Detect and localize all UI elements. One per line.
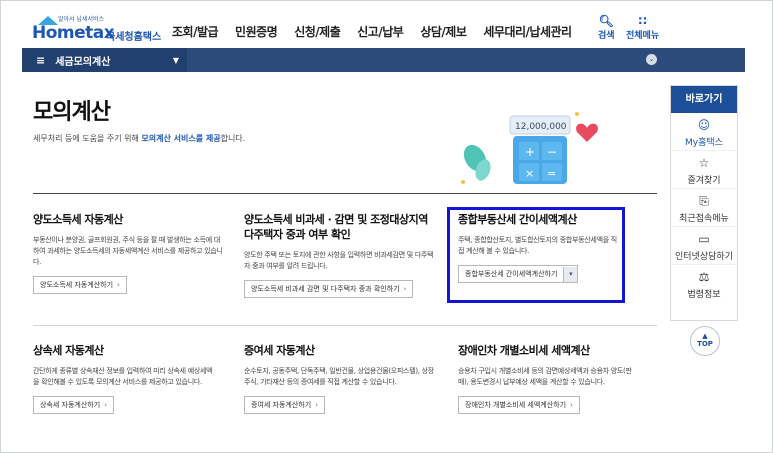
grid-menu-icon: ∷ (638, 14, 647, 28)
page-description: 세무처리 등에 도움을 주기 위해 모의계산 서비스를 제공합니다. (33, 133, 245, 144)
hero-amount: 12,000,000 (515, 122, 567, 132)
quick-item-law-info[interactable]: ⚖ 법령정보 (671, 265, 737, 303)
gavel-icon: ⚖ (698, 270, 710, 284)
inheritance-tax-calc-button[interactable]: 상속세 자동계산하기 › (33, 396, 114, 414)
monitor-icon: ▭ (698, 232, 710, 246)
chevron-right-icon: › (403, 285, 407, 293)
svg-text:=: = (547, 167, 556, 180)
card-disabled-car-tax: 장애인차 개별소비세 세액계산 승용차 구입시 개별소비세 등의 감면예상세액과… (458, 343, 638, 414)
nav-menu-dropdown[interactable]: ≡ 세금모의계산 ▼ (22, 48, 187, 72)
quick-links-panel: 바로가기 ☺ My홈택스 ☆ 즐겨찾기 ⎘ 최근접속메뉴 ▭ 인터넷상담하기 ⚖… (670, 85, 738, 321)
card-title: 증여세 자동계산 (244, 344, 315, 357)
transfer-tax-calc-button[interactable]: 양도소득세 자동계산하기 › (33, 276, 127, 294)
quick-item-label: 법령정보 (687, 290, 721, 300)
top-label: TOP (697, 340, 713, 348)
card-title: 장애인차 개별소비세 세액계산 (458, 344, 590, 357)
site-header: 알아서 납세서비스 Hometax 국세청홈택스 조회/발급 민원증명 신청/제… (22, 8, 742, 48)
svg-text:+: + (525, 145, 535, 159)
gnb-item-filing[interactable]: 신고/납부 (357, 23, 404, 40)
global-nav: 조회/발급 민원증명 신청/제출 신고/납부 상담/제보 세무대리/납세관리 (172, 23, 589, 40)
person-icon: ☺ (697, 118, 711, 132)
logo-main-text: Hometax (32, 23, 115, 43)
chevron-down-icon[interactable]: ⌄ (646, 54, 657, 65)
row-divider (33, 325, 657, 326)
quick-item-label: 즐겨찾기 (687, 176, 721, 186)
section-divider (33, 193, 657, 194)
desc-highlight: 모의계산 서비스를 제공 (141, 134, 221, 143)
card-title: 상속세 자동계산 (33, 344, 104, 357)
svg-text:×: × (525, 167, 534, 180)
gift-tax-calc-button[interactable]: 증여세 자동계산하기 › (244, 396, 325, 414)
gnb-item-certificate[interactable]: 민원증명 (235, 23, 278, 40)
scroll-top-button[interactable]: ▲ TOP (690, 326, 720, 356)
quick-item-online-consult[interactable]: ▭ 인터넷상담하기 (671, 227, 737, 265)
quick-item-label: 최근접속메뉴 (679, 214, 729, 224)
hometax-logo[interactable]: 알아서 납세서비스 Hometax 국세청홈택스 (32, 14, 161, 44)
gnb-item-agent[interactable]: 세무대리/납세관리 (483, 23, 572, 40)
star-icon: ☆ (698, 156, 710, 170)
card-title: 양도소득세 자동계산 (33, 213, 123, 226)
search-icon: 🔍︎ (598, 14, 614, 28)
quick-item-label: 인터넷상담하기 (675, 252, 733, 262)
page-title: 모의계산 (33, 100, 111, 125)
gnb-item-application[interactable]: 신청/제출 (294, 23, 341, 40)
exemption-check-button[interactable]: 양도소득세 비과세 감면 및 다주택자 중과 확인하기 › (244, 280, 414, 298)
quick-item-favorites[interactable]: ☆ 즐겨찾기 (671, 151, 737, 189)
nav-menu-label: 세금모의계산 (55, 56, 111, 68)
logo-sub-text: 국세청홈택스 (106, 32, 162, 43)
highlight-box (447, 207, 625, 303)
chevron-right-icon: › (315, 401, 318, 409)
quick-item-my-hometax[interactable]: ☺ My홈택스 (671, 113, 737, 151)
hamburger-icon: ≡ (36, 53, 46, 67)
desc-post: 합니다. (220, 134, 246, 143)
quick-item-label: My홈택스 (685, 138, 723, 148)
all-menu-label: 전체메뉴 (626, 31, 660, 41)
gnb-item-inquiry[interactable]: 조회/발급 (172, 23, 219, 40)
card-inheritance-tax: 상속세 자동계산 간단하게 종류별 상속재산 정보를 입력하여 미리 상속세 예… (33, 343, 213, 414)
card-transfer-exemption: 양도소득세 비과세 · 감면 및 조정대상지역 다주택자 중과 여부 확인 양도… (244, 212, 439, 298)
disabled-car-tax-calc-button[interactable]: 장애인차 개별소비세 세액계산하기 › (458, 396, 580, 414)
desc-pre: 세무처리 등에 도움을 주기 위해 (33, 134, 142, 143)
card-title: 양도소득세 비과세 · 감면 및 조정대상지역 다주택자 중과 여부 확인 (244, 213, 428, 241)
recent-menu-icon: ⎘ (699, 194, 709, 208)
chevron-up-icon: ▲ (702, 332, 708, 340)
card-desc: 부동산이나 분양권, 골프회원권, 주식 등을 팔 때 발생하는 소득에 대하여… (33, 236, 223, 266)
sub-navbar: ≡ 세금모의계산 ▼ ⌄ (22, 48, 745, 72)
chevron-right-icon: › (104, 401, 107, 409)
calculator-illustration: 12,000,000 + − × = (461, 112, 598, 184)
all-menu-button[interactable]: ∷ 전체메뉴 (626, 14, 659, 41)
svg-text:−: − (547, 145, 557, 159)
card-desc: 간단하게 종류별 상속재산 정보를 입력하여 미리 상속세 예상세액을 확인해볼… (33, 367, 213, 386)
caret-down-icon: ▼ (172, 55, 179, 65)
search-button[interactable]: 🔍︎ 검색 (598, 14, 615, 41)
search-label: 검색 (598, 31, 615, 41)
card-desc: 승용차 구입시 개별소비세 등의 감면예상세액과 승용차 양도(판매), 용도변… (458, 367, 632, 386)
quick-item-recent-menu[interactable]: ⎘ 최근접속메뉴 (671, 189, 737, 227)
chevron-right-icon: › (570, 401, 573, 409)
quick-links-title: 바로가기 (671, 86, 737, 113)
card-desc: 양도한 주택 또는 토지에 관한 사항을 입력하면 비과세감면 및 다주택자 중… (244, 251, 434, 270)
chevron-right-icon: › (117, 281, 120, 289)
logo-tagline: 알아서 납세서비스 (58, 16, 105, 23)
card-desc: 순수토지, 공동주택, 단독주택, 일반건물, 상업용건물(오피스텔), 상장주… (244, 367, 434, 386)
card-transfer-tax: 양도소득세 자동계산 부동산이나 분양권, 골프회원권, 주식 등을 팔 때 발… (33, 212, 223, 294)
gnb-item-consult[interactable]: 상담/제보 (420, 23, 467, 40)
card-gift-tax: 증여세 자동계산 순수토지, 공동주택, 단독주택, 일반건물, 상업용건물(오… (244, 343, 434, 414)
